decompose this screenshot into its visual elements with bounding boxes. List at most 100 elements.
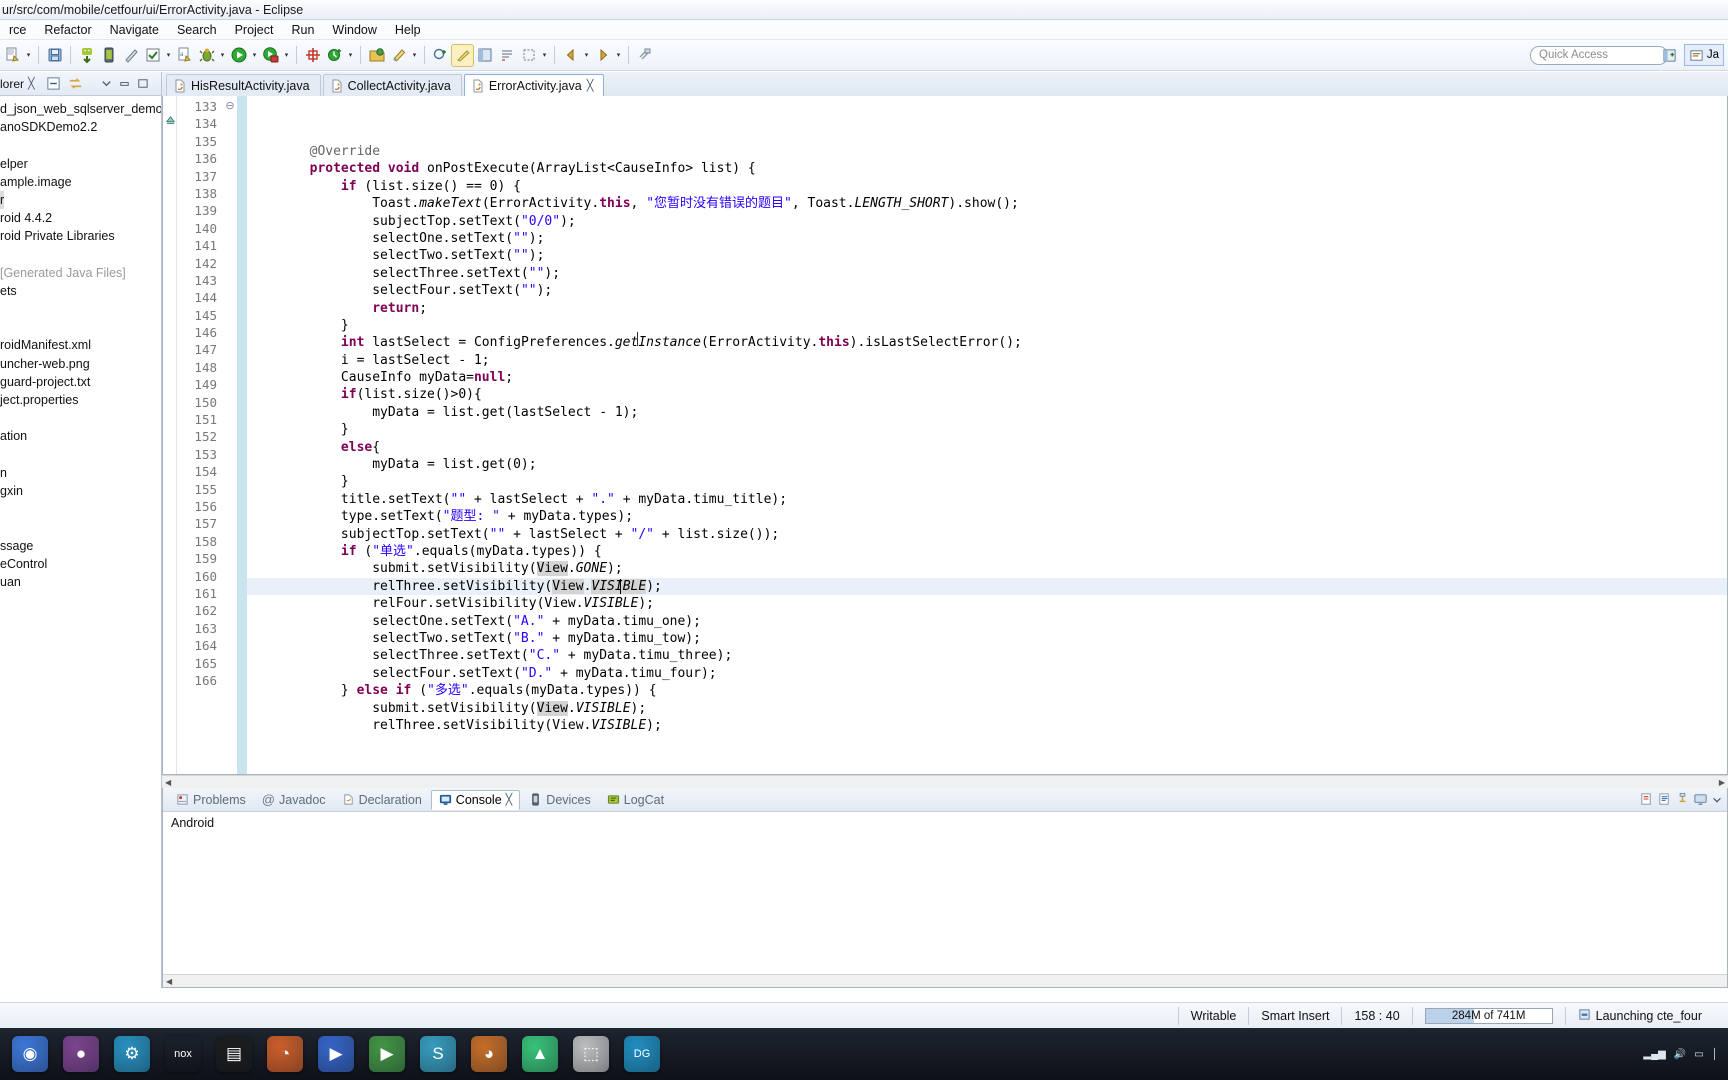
run-coverage-icon[interactable]	[260, 45, 281, 66]
show-desktop-icon[interactable]: │	[1712, 1049, 1718, 1060]
quick-access-input[interactable]: Quick Access	[1530, 45, 1668, 65]
next-annotation-icon[interactable]	[430, 45, 451, 66]
tree-item[interactable]: uncher-web.png	[0, 355, 161, 373]
java-perspective-toggle-icon[interactable]	[451, 43, 474, 67]
code-line[interactable]: selectFour.setText("D." + myData.timu_fo…	[247, 665, 1727, 682]
memory-indicator[interactable]: 284M of 741M	[1424, 1007, 1553, 1024]
tree-item[interactable]: eControl	[0, 555, 161, 573]
block-selection-icon[interactable]	[518, 45, 539, 66]
android-studio-icon[interactable]: ▲	[522, 1036, 558, 1072]
code-line[interactable]: selectThree.setText("");	[247, 265, 1727, 282]
console-tab-close-icon[interactable]: ╳	[506, 793, 513, 806]
tree-item[interactable]: ets	[0, 282, 161, 300]
code-line[interactable]: Toast.makeText(ErrorActivity.this, "您暂时没…	[247, 195, 1727, 212]
pin-console-icon[interactable]	[1675, 792, 1690, 807]
editor-tab[interactable]: ErrorActivity.java ╳	[463, 74, 605, 96]
new-android-project-icon[interactable]	[302, 45, 323, 66]
nox-player-icon[interactable]: nox	[165, 1036, 201, 1072]
console-panel-tab[interactable]: @ Javadoc	[255, 790, 333, 809]
code-line[interactable]: type.setText("题型: " + myData.types);	[247, 508, 1727, 525]
lint-warning-icon[interactable]	[120, 45, 141, 66]
search-dropdown-icon[interactable]: ▾	[410, 45, 419, 66]
tree-item[interactable]: [Generated Java Files]	[0, 264, 161, 282]
console-panel-tab[interactable]: Devices	[522, 791, 597, 809]
code-line[interactable]: if ("单选".equals(myData.types)) {	[247, 543, 1727, 560]
calculator-icon[interactable]: ⬚	[573, 1036, 609, 1072]
run-icon[interactable]	[228, 45, 249, 66]
fold-collapse-icon[interactable]: ⊖	[223, 98, 237, 115]
code-line[interactable]: submit.setVisibility(View.VISIBLE);	[247, 700, 1727, 717]
file-explorer-icon[interactable]: ▤	[216, 1036, 252, 1072]
firefox-icon[interactable]: ◔	[267, 1036, 303, 1072]
media-player-icon[interactable]: ●	[63, 1036, 99, 1072]
perspective-java-button[interactable]: Ja	[1683, 44, 1724, 66]
volume-icon[interactable]: 🔊	[1674, 1049, 1686, 1060]
android-sdk-manager-icon[interactable]	[76, 45, 97, 66]
editor-horizontal-scrollbar[interactable]: ◀ ▶	[162, 775, 1728, 788]
open-perspective-button[interactable]	[1657, 44, 1682, 66]
link-with-editor-icon[interactable]	[67, 75, 85, 93]
code-line[interactable]: int lastSelect = ConfigPreferences.getIn…	[247, 334, 1727, 351]
code-line[interactable]: selectTwo.setText("");	[247, 247, 1727, 264]
tree-item[interactable]: ssage	[0, 537, 161, 555]
run-coverage-dropdown-icon[interactable]: ▾	[282, 45, 291, 66]
tree-item[interactable]: guard-project.txt	[0, 373, 161, 391]
datagrip-icon[interactable]: DG	[624, 1036, 660, 1072]
code-line[interactable]: }	[247, 317, 1727, 334]
new-wizard-icon[interactable]	[2, 45, 23, 66]
tree-item[interactable]: ation	[0, 427, 161, 445]
search-icon[interactable]	[388, 45, 409, 66]
menu-item-search[interactable]: Search	[168, 21, 226, 39]
menu-item-run[interactable]: Run	[282, 21, 323, 39]
display-console-icon[interactable]	[1693, 792, 1708, 807]
code-line[interactable]: selectTwo.setText("B." + myData.timu_tow…	[247, 630, 1727, 647]
tree-item[interactable]: ample.image	[0, 173, 161, 191]
tree-item[interactable]: roid 4.4.2	[0, 209, 161, 227]
player-green-icon[interactable]: ▶	[369, 1036, 405, 1072]
scroll-lock-icon[interactable]	[1657, 792, 1672, 807]
code-line[interactable]: if(list.size()>0){	[247, 386, 1727, 403]
code-editor[interactable]: 133 134 135 136 137 138 139 140 141 142 143 144 145 1…	[162, 96, 1728, 775]
console-panel-tab[interactable]: Console ╳	[430, 789, 521, 810]
collapse-all-icon[interactable]	[45, 75, 63, 93]
console-horizontal-scrollbar[interactable]: ◀	[163, 974, 1727, 987]
code-line[interactable]: subjectTop.setText("0/0");	[247, 213, 1727, 230]
code-line[interactable]: submit.setVisibility(View.GONE);	[247, 560, 1727, 577]
chrome-icon[interactable]: ◉	[12, 1036, 48, 1072]
video-player-icon[interactable]: ▶	[318, 1036, 354, 1072]
debug-dropdown-icon[interactable]: ▾	[218, 45, 227, 66]
menu-item-project[interactable]: Project	[226, 21, 283, 39]
menu-item-help[interactable]: Help	[386, 21, 430, 39]
eclipse-icon[interactable]: ◕	[471, 1036, 507, 1072]
android-avd-manager-icon[interactable]	[98, 45, 119, 66]
checkmark-dropdown-icon[interactable]: ▾	[164, 45, 173, 66]
status-memory-wrap[interactable]: 284M of 741M	[1413, 1004, 1565, 1028]
sublime-icon[interactable]: S	[420, 1036, 456, 1072]
code-line[interactable]: @Override	[247, 143, 1727, 160]
console-panel-tab[interactable]: LogCat	[600, 791, 671, 809]
editor-source-text[interactable]: @Override protected void onPostExecute(A…	[247, 96, 1727, 774]
external-tools-icon[interactable]	[324, 45, 345, 66]
editor-tab[interactable]: HisResultActivity.java	[166, 74, 321, 96]
battery-icon[interactable]: ▭	[1694, 1049, 1703, 1060]
code-line[interactable]: if (list.size() == 0) {	[247, 178, 1727, 195]
tree-item[interactable]: roidManifest.xml	[0, 336, 161, 354]
package-explorer-tab-label[interactable]: lorer	[0, 77, 24, 91]
save-icon[interactable]	[44, 45, 65, 66]
new-wizard-dropdown-icon[interactable]: ▾	[24, 45, 33, 66]
tree-item[interactable]: d_json_web_sqlserver_demo	[0, 100, 161, 118]
network-icon[interactable]: ▂▄▆	[1643, 1049, 1665, 1060]
editor-tab[interactable]: CollectActivity.java	[322, 74, 462, 96]
tree-item[interactable]: anoSDKDemo2.2	[0, 118, 161, 136]
code-line[interactable]: relThree.setVisibility(View.VISIBLE);	[247, 577, 1727, 596]
console-panel-tab[interactable]: Declaration	[335, 791, 429, 809]
block-selection-dropdown-icon[interactable]: ▾	[540, 45, 549, 66]
code-line[interactable]: else{	[247, 439, 1727, 456]
editor-tab-close-icon[interactable]: ╳	[587, 79, 594, 92]
console-scroll-left-icon[interactable]: ◀	[166, 977, 172, 986]
show-whitespace-icon[interactable]	[496, 45, 517, 66]
settings-blue-icon[interactable]: ⚙	[114, 1036, 150, 1072]
menu-item-refactor[interactable]: Refactor	[35, 21, 100, 39]
code-line[interactable]: }	[247, 473, 1727, 490]
open-type-icon[interactable]	[366, 45, 387, 66]
